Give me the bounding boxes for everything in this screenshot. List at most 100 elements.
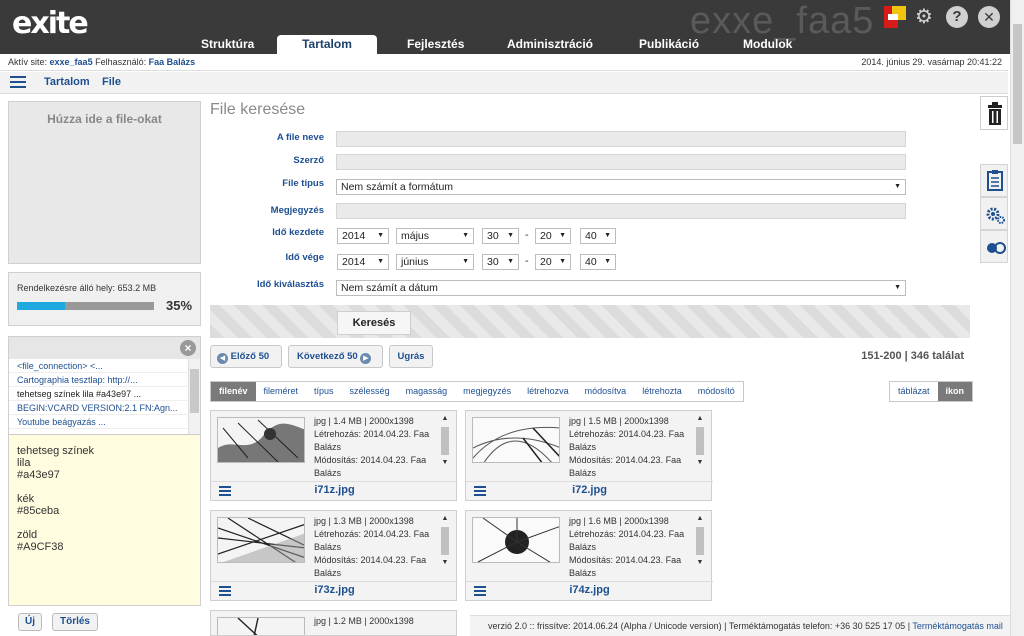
file-card[interactable]: jpg | 1.2 MB | 2000x1398: [210, 610, 457, 636]
chevron-down-icon: ▼: [507, 232, 514, 239]
sort-modifier[interactable]: módosító: [690, 382, 743, 401]
end-minute-select[interactable]: 40 ▼: [580, 254, 616, 270]
file-name[interactable]: i73z.jpg: [211, 584, 458, 596]
comment-label: Megjegyzés: [270, 205, 324, 216]
file-thumbnail[interactable]: [217, 617, 305, 635]
view-table[interactable]: táblázat: [890, 382, 938, 401]
card-scrollbar[interactable]: ▲ ▼: [695, 415, 705, 479]
clipboard-item[interactable]: <file_connection> <...: [9, 359, 187, 373]
clipboard-text[interactable]: tehetseg színek lila #a43e97 kék #85ceba…: [9, 435, 200, 563]
file-card[interactable]: jpg | 1.3 MB | 2000x1398 Létrehozás: 201…: [210, 510, 458, 601]
sort-comment[interactable]: megjegyzés: [455, 382, 519, 401]
group-button[interactable]: Ugrás: [389, 345, 433, 368]
exite-logo[interactable]: exite: [12, 6, 89, 41]
file-card[interactable]: jpg | 1.4 MB | 2000x1398 Létrehozás: 201…: [210, 410, 458, 501]
clipboard-scrollbar[interactable]: [188, 359, 200, 434]
start-hour-select[interactable]: 20 ▼: [535, 228, 571, 244]
file-card[interactable]: jpg | 1.6 MB | 2000x1398 Létrehozás: 201…: [465, 510, 713, 601]
file-name[interactable]: i72.jpg: [466, 484, 713, 496]
clipboard-text-line: #a43e97: [17, 469, 60, 481]
tab-struktura[interactable]: Struktúra: [195, 35, 254, 54]
file-thumbnail[interactable]: [472, 517, 560, 563]
prev-page-button[interactable]: ◀ Előző 50: [210, 345, 282, 368]
card-scrollbar[interactable]: ▲ ▼: [440, 415, 450, 479]
file-drop-zone[interactable]: Húzza ide a file-okat: [8, 101, 201, 264]
clipboard-text-line: #A9CF38: [17, 541, 64, 553]
sort-created[interactable]: létrehozva: [519, 382, 577, 401]
storage-progress-bar: [17, 302, 154, 310]
card-scrollbar[interactable]: ▲ ▼: [695, 515, 705, 579]
breadcrumb-file[interactable]: File: [102, 76, 121, 88]
end-hour: 20: [540, 256, 552, 268]
tab-adminisztracio[interactable]: Adminisztráció: [501, 35, 593, 54]
clipboard-item[interactable]: Youtube beágyazás ...: [9, 415, 187, 429]
menu-icon[interactable]: [10, 76, 26, 90]
start-day-select[interactable]: 30 ▼: [482, 228, 519, 244]
version-text: verzió 2.0 :: frissítve: 2014.06.24 (Alp…: [488, 621, 722, 631]
end-month-select[interactable]: június ▼: [396, 254, 474, 270]
sort-modified[interactable]: módosítva: [577, 382, 635, 401]
search-button[interactable]: Keresés: [337, 311, 411, 335]
time-select-label: Idő kiválasztás: [256, 279, 324, 290]
new-button[interactable]: Új: [18, 613, 42, 631]
tab-publikacio[interactable]: Publikáció: [633, 35, 699, 54]
trash-icon[interactable]: [980, 96, 1008, 130]
help-icon[interactable]: ?: [946, 6, 968, 28]
file-card[interactable]: jpg | 1.5 MB | 2000x1398 Létrehozás: 201…: [465, 410, 713, 501]
time-select[interactable]: Nem számít a dátum ▼: [336, 280, 906, 296]
clipboard-icon[interactable]: [980, 164, 1008, 197]
sort-type[interactable]: típus: [306, 382, 342, 401]
clipboard-item[interactable]: BEGIN:VCARD VERSION:2.1 FN:Agn...: [9, 401, 187, 415]
file-meta: jpg | 1.4 MB | 2000x1398 Létrehozás: 201…: [314, 415, 436, 480]
clipboard-item[interactable]: tehetseg színek lila #a43e97 ...: [9, 387, 187, 401]
file-type-select[interactable]: Nem számít a formátum ▼: [336, 179, 906, 195]
sort-filesize[interactable]: fileméret: [256, 382, 307, 401]
prev-page-label: Előző 50: [230, 351, 270, 362]
tab-fejlesztes[interactable]: Fejlesztés: [401, 35, 464, 54]
start-minute-select[interactable]: 40 ▼: [580, 228, 616, 244]
tab-tartalom[interactable]: Tartalom: [277, 35, 377, 54]
clipboard-text-line: tehetseg színek: [17, 445, 95, 457]
tab-modulok[interactable]: Modulok: [737, 35, 793, 54]
start-month: május: [401, 230, 430, 242]
file-name[interactable]: i74z.jpg: [466, 584, 713, 596]
toggle-icon[interactable]: [980, 230, 1008, 263]
scrollbar-thumb[interactable]: [1013, 24, 1022, 144]
sort-filename[interactable]: filenév: [211, 382, 256, 401]
card-scrollbar[interactable]: ▲ ▼: [440, 515, 450, 579]
sort-height[interactable]: magasság: [398, 382, 456, 401]
end-year-select[interactable]: 2014 ▼: [337, 254, 389, 270]
gear-icon[interactable]: ⚙: [913, 6, 935, 28]
view-icons[interactable]: ikon: [937, 382, 973, 401]
file-info: jpg | 1.2 MB | 2000x1398: [314, 616, 414, 626]
clipboard-list: <file_connection> <... Cartographia tesz…: [9, 359, 200, 435]
close-icon[interactable]: ×: [180, 340, 196, 356]
author-label: Szerző: [293, 155, 324, 166]
clipboard-item[interactable]: Cartographia tesztlap: http://...: [9, 373, 187, 387]
sort-creator[interactable]: létrehozta: [634, 382, 690, 401]
file-meta: jpg | 1.6 MB | 2000x1398 Létrehozás: 201…: [569, 515, 691, 580]
breadcrumb-tartalom[interactable]: Tartalom: [44, 76, 90, 88]
chevron-down-icon: ▼: [559, 258, 566, 265]
start-month-select[interactable]: május ▼: [396, 228, 474, 244]
file-type-label: File típus: [282, 178, 324, 189]
sort-width[interactable]: szélesség: [342, 382, 398, 401]
page-scrollbar[interactable]: [1010, 0, 1024, 636]
close-icon[interactable]: ✕: [978, 6, 1000, 28]
start-year-select[interactable]: 2014 ▼: [337, 228, 389, 244]
file-thumbnail[interactable]: [217, 417, 305, 463]
next-page-button[interactable]: Következő 50 ▶: [288, 345, 383, 368]
gears-icon[interactable]: [980, 197, 1008, 230]
end-hour-select[interactable]: 20 ▼: [535, 254, 571, 270]
comment-input[interactable]: [336, 203, 906, 219]
file-meta: jpg | 1.3 MB | 2000x1398 Létrehozás: 201…: [314, 515, 436, 580]
file-name[interactable]: i71z.jpg: [211, 484, 458, 496]
delete-button[interactable]: Törlés: [52, 613, 98, 631]
author-input[interactable]: [336, 154, 906, 170]
support-mail-link[interactable]: Terméktámogatás mail: [912, 621, 1003, 631]
file-thumbnail[interactable]: [217, 517, 305, 563]
file-thumbnail[interactable]: [472, 417, 560, 463]
clipboard-text-line: [17, 517, 192, 529]
end-day-select[interactable]: 30 ▼: [482, 254, 519, 270]
file-name-input[interactable]: [336, 131, 906, 147]
